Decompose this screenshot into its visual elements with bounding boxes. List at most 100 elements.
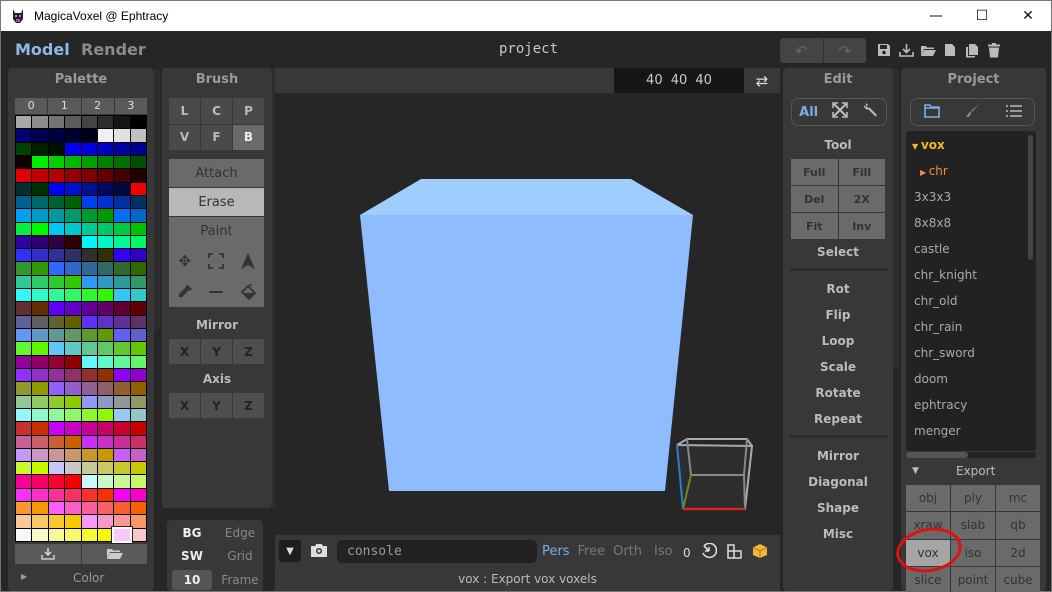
palette-swatch[interactable] — [65, 448, 81, 462]
palette-swatch[interactable] — [65, 435, 81, 448]
brush-type-p[interactable]: P — [233, 98, 264, 124]
palette-swatch[interactable] — [65, 408, 81, 422]
palette-swatch[interactable] — [48, 342, 65, 355]
palette-swatch[interactable] — [97, 209, 114, 222]
palette-swatch[interactable] — [97, 315, 114, 328]
palette-swatch[interactable] — [65, 315, 81, 328]
palette-swatch[interactable] — [48, 262, 65, 275]
grid-view-icon[interactable] — [726, 543, 742, 563]
edit-tab-all[interactable]: All — [799, 105, 818, 120]
edit-rotate-button[interactable]: Rotate — [783, 386, 893, 400]
copy-file-icon[interactable] — [961, 40, 983, 60]
palette-swatch[interactable] — [81, 488, 97, 502]
palette-swatch[interactable] — [81, 528, 97, 541]
palette-swatch[interactable] — [48, 408, 65, 422]
palette-swatch[interactable] — [114, 235, 130, 249]
view-free-button[interactable]: Free — [578, 544, 606, 559]
export-xraw-button[interactable]: xraw — [906, 512, 950, 539]
palette-swatch[interactable] — [16, 448, 32, 462]
palette-scrollbar[interactable] — [154, 68, 160, 330]
shadow-toggle[interactable]: SW — [172, 546, 212, 566]
palette-swatch[interactable] — [16, 382, 32, 395]
palette-swatch[interactable] — [48, 355, 65, 368]
palette-swatch[interactable] — [16, 155, 32, 169]
project-file-item[interactable]: menger — [914, 424, 961, 438]
trash-icon[interactable] — [983, 40, 1005, 60]
palette-swatch[interactable] — [130, 302, 146, 315]
palette-swatch[interactable] — [16, 408, 32, 422]
palette-swatch[interactable] — [65, 129, 81, 142]
export-vox-button[interactable]: vox — [906, 539, 950, 566]
palette-swatch[interactable] — [16, 395, 32, 408]
palette-swatch[interactable] — [48, 329, 65, 342]
palette-swatch[interactable] — [32, 355, 48, 368]
palette-swatch[interactable] — [130, 235, 146, 249]
palette-swatch[interactable] — [65, 169, 81, 182]
palette-swatch[interactable] — [65, 222, 81, 235]
palette-swatch[interactable] — [32, 142, 48, 155]
palette-swatch[interactable] — [65, 182, 81, 195]
palette-swatch[interactable] — [16, 209, 32, 222]
palette-swatch[interactable] — [32, 315, 48, 328]
palette-swatch[interactable] — [114, 302, 130, 315]
open-folder-icon[interactable] — [917, 40, 939, 60]
palette-swatch[interactable] — [97, 182, 114, 195]
palette-swatch[interactable] — [48, 368, 65, 382]
palette-swatch[interactable] — [130, 515, 146, 528]
palette-swatch[interactable] — [32, 302, 48, 315]
grid-toggle[interactable]: Grid — [220, 546, 260, 566]
tool-2x-button[interactable]: 2X — [838, 186, 885, 212]
palette-swatch[interactable] — [65, 209, 81, 222]
list-icon[interactable] — [1005, 103, 1022, 122]
export-slab-button[interactable]: slab — [951, 512, 995, 539]
palette-swatch[interactable] — [81, 235, 97, 249]
palette-swatch[interactable] — [48, 129, 65, 142]
edge-toggle[interactable]: Edge — [220, 523, 260, 543]
palette-swatch[interactable] — [16, 222, 32, 235]
axis-x-button[interactable]: X — [169, 393, 200, 418]
palette-swatch[interactable] — [97, 262, 114, 275]
export-iso-button[interactable]: iso — [951, 539, 995, 566]
palette-swatch[interactable] — [81, 315, 97, 328]
project-file-item[interactable]: chr_knight — [914, 268, 977, 282]
export-qb-button[interactable]: qb — [996, 512, 1040, 539]
mirror-z-button[interactable]: Z — [233, 339, 264, 364]
frame-toggle[interactable]: Frame — [220, 570, 260, 590]
project-file-item[interactable]: doom — [914, 372, 948, 386]
palette-swatch[interactable] — [32, 275, 48, 289]
palette-swatch[interactable] — [16, 435, 32, 448]
palette-swatch[interactable] — [48, 289, 65, 302]
palette-swatch[interactable] — [48, 155, 65, 169]
palette-swatch[interactable] — [16, 515, 32, 528]
mirror-x-button[interactable]: X — [169, 339, 200, 364]
palette-swatch[interactable] — [81, 448, 97, 462]
palette-swatch[interactable] — [130, 182, 146, 195]
palette-swatch[interactable] — [81, 155, 97, 169]
palette-swatch[interactable] — [16, 315, 32, 328]
palette-swatch[interactable] — [16, 342, 32, 355]
palette-swatch[interactable] — [32, 329, 48, 342]
palette-swatch[interactable] — [130, 289, 146, 302]
palette-swatch[interactable] — [32, 249, 48, 262]
palette-swatch[interactable] — [81, 209, 97, 222]
palette-swatch[interactable] — [16, 368, 32, 382]
palette-swatch[interactable] — [130, 435, 146, 448]
tool-del-button[interactable]: Del — [791, 186, 838, 212]
brush-type-v[interactable]: V — [169, 124, 200, 150]
palette-swatch[interactable] — [65, 382, 81, 395]
palette-swatch[interactable] — [114, 395, 130, 408]
palette-swatch[interactable] — [97, 368, 114, 382]
palette-swatch[interactable] — [65, 329, 81, 342]
palette-swatch[interactable] — [130, 528, 146, 541]
edit-shape-button[interactable]: Shape — [783, 501, 893, 515]
file-list-scrollbar[interactable] — [1028, 135, 1033, 260]
palette-swatch[interactable] — [81, 462, 97, 475]
palette-swatch[interactable] — [81, 275, 97, 289]
minimize-button[interactable]: — — [913, 1, 959, 31]
palette-swatch[interactable] — [97, 169, 114, 182]
folder-icon[interactable] — [923, 103, 940, 122]
palette-swatch[interactable] — [32, 528, 48, 541]
palette-swatch[interactable] — [65, 116, 81, 129]
palette-swatch[interactable] — [81, 422, 97, 435]
palette-swatch[interactable] — [81, 368, 97, 382]
